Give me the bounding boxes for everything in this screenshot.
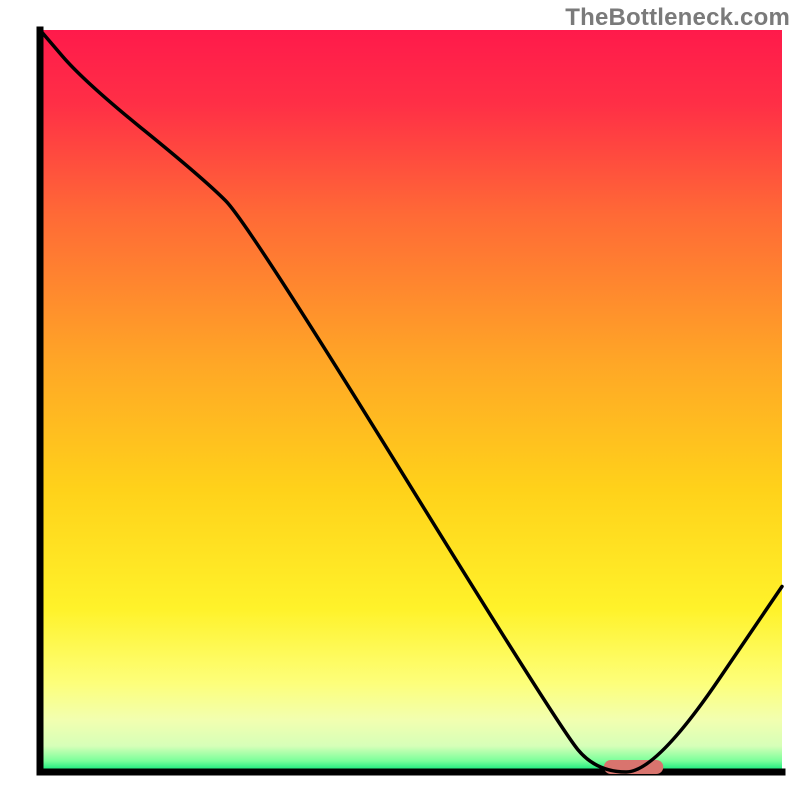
bottleneck-chart (0, 0, 800, 800)
chart-stage: TheBottleneck.com (0, 0, 800, 800)
chart-background (40, 30, 782, 772)
watermark-text: TheBottleneck.com (565, 4, 790, 32)
